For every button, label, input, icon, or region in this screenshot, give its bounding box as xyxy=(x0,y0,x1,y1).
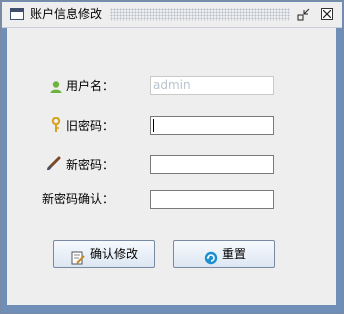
title-bar[interactable]: 账户信息修改 xyxy=(2,2,342,28)
window-frame: 账户信息修改 用户名： admin 旧密码： 新密码： 新密码确认： 确认修改 … xyxy=(0,0,344,314)
edit-icon xyxy=(71,248,85,274)
new-password-label: 新密码： xyxy=(66,158,115,172)
iconify-icon[interactable] xyxy=(296,7,312,23)
brush-icon xyxy=(45,156,61,176)
username-field[interactable]: admin xyxy=(150,76,274,95)
window-icon xyxy=(10,8,24,20)
old-password-label: 旧密码： xyxy=(66,119,115,133)
confirm-button[interactable]: 确认修改 xyxy=(53,240,155,268)
title-bar-grip xyxy=(110,8,290,21)
text-caret xyxy=(153,119,154,132)
form-panel: 用户名： admin 旧密码： 新密码： 新密码确认： 确认修改 重置 xyxy=(7,28,336,305)
key-icon xyxy=(51,116,61,137)
confirm-password-label: 新密码确认： xyxy=(42,192,115,206)
username-label: 用户名： xyxy=(66,79,115,93)
reset-button[interactable]: 重置 xyxy=(173,240,275,268)
reset-icon xyxy=(204,248,218,274)
window-title: 账户信息修改 xyxy=(30,6,107,23)
reset-button-label: 重置 xyxy=(222,247,247,261)
user-icon xyxy=(49,79,63,98)
close-icon[interactable] xyxy=(321,8,333,20)
confirm-password-field[interactable] xyxy=(150,190,274,209)
new-password-field[interactable] xyxy=(150,155,274,174)
old-password-field[interactable] xyxy=(150,116,274,135)
confirm-button-label: 确认修改 xyxy=(90,247,139,261)
